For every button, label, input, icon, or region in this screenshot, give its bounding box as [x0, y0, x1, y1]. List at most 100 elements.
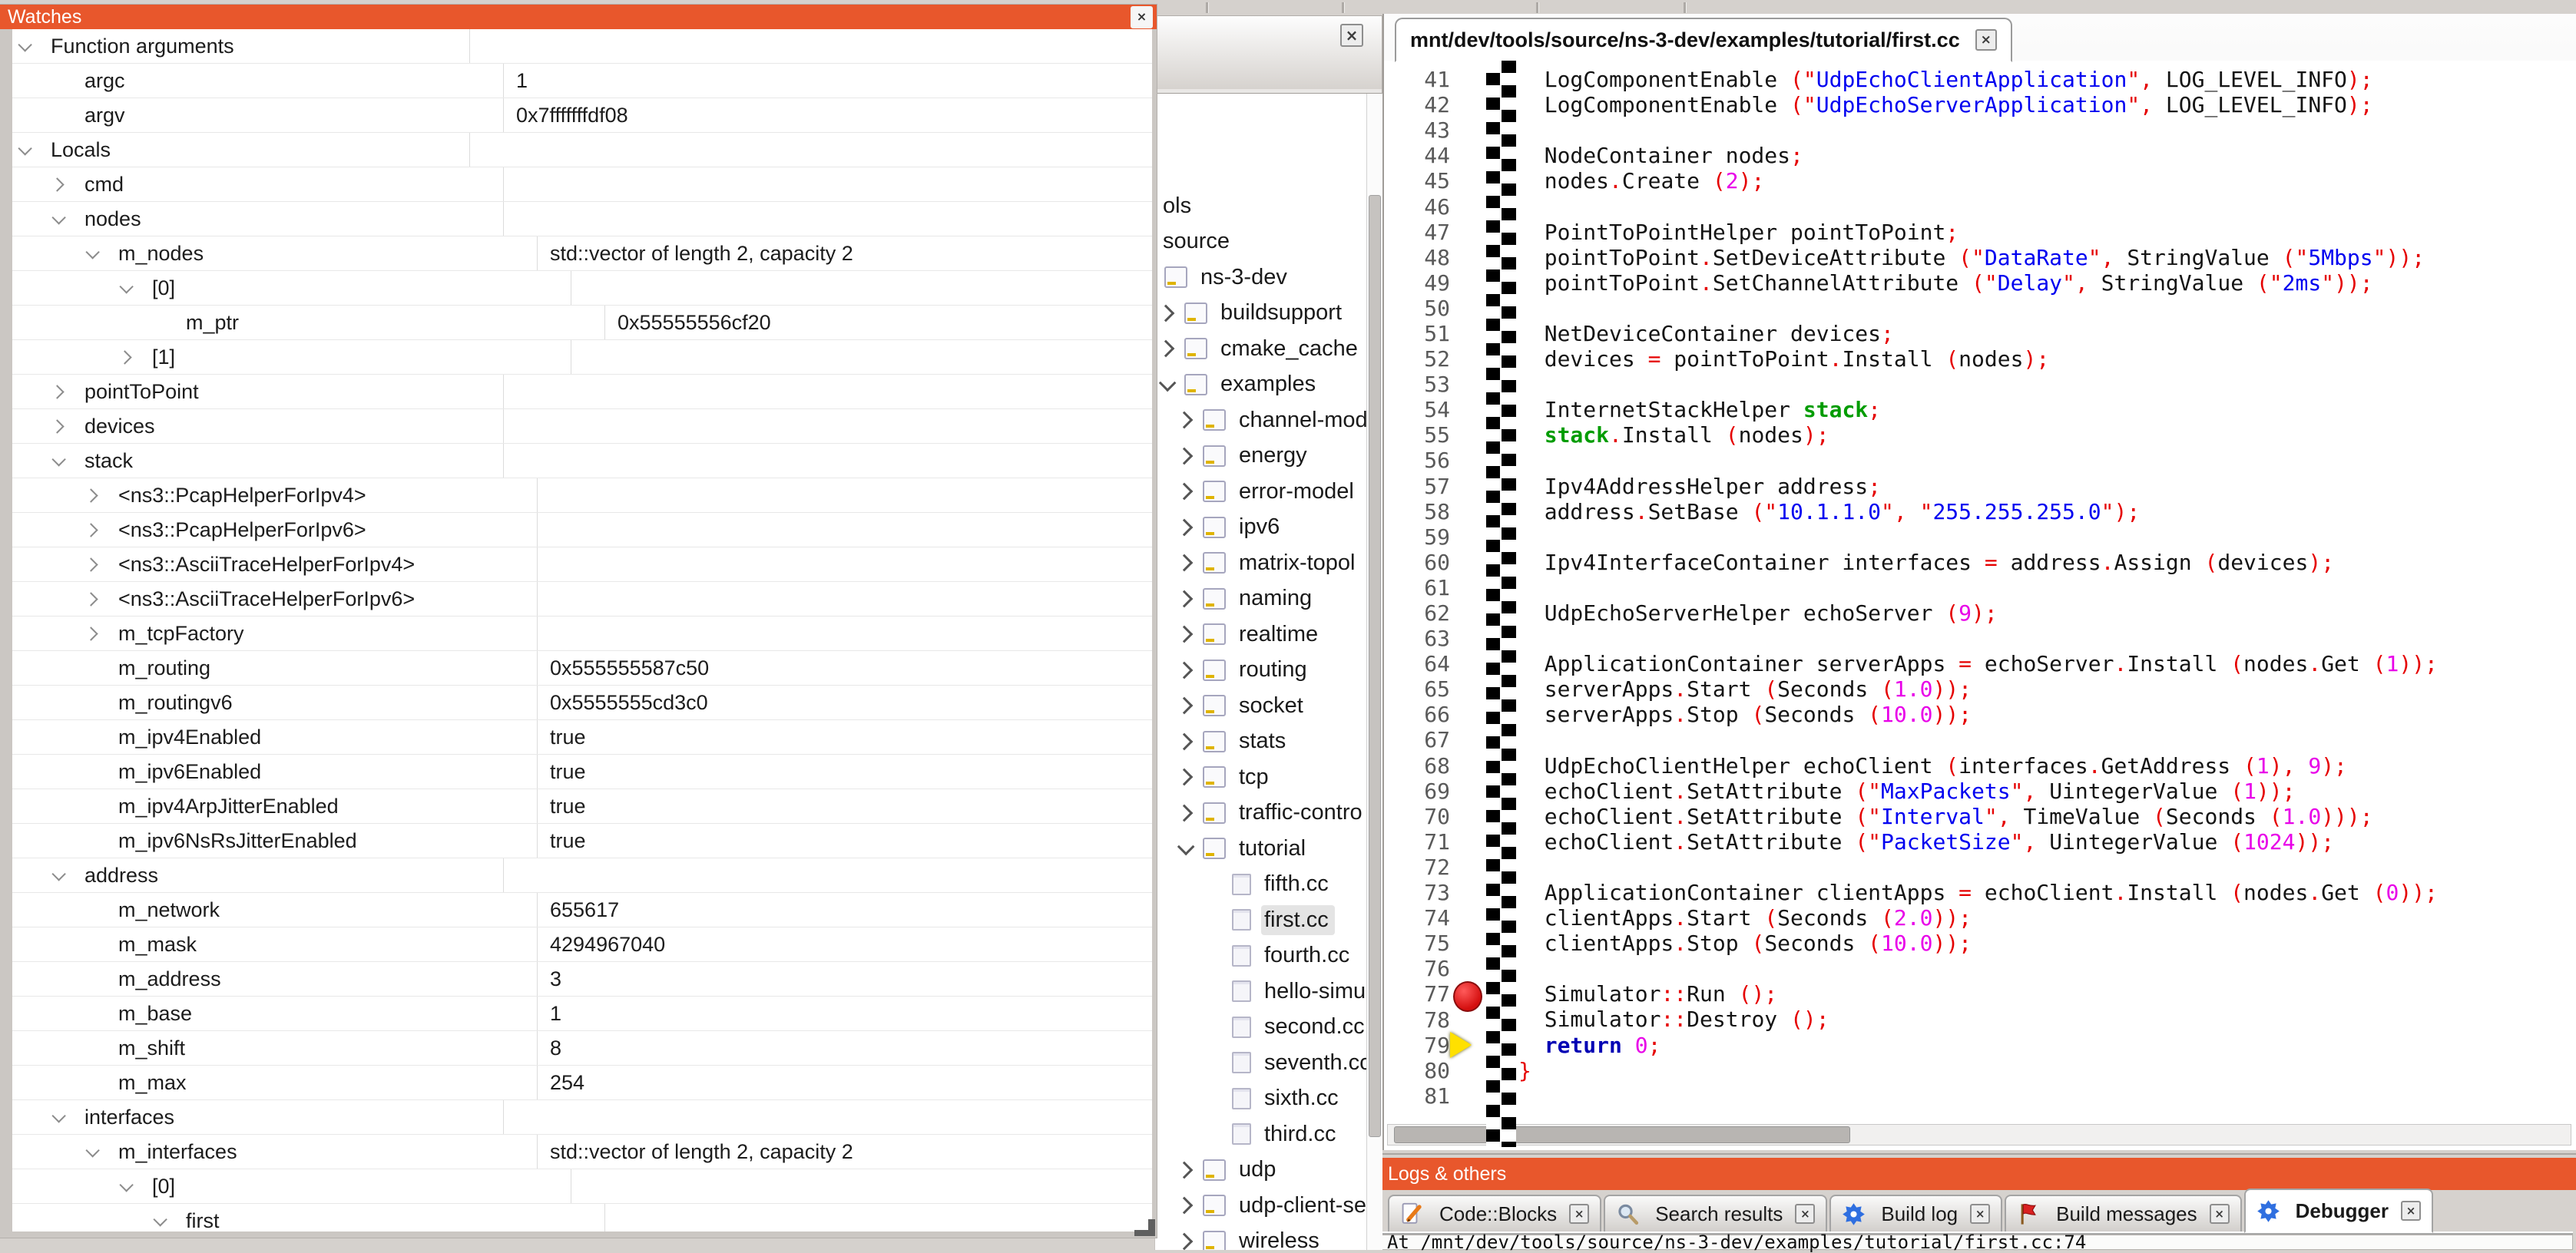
line-number[interactable]: 48	[1384, 245, 1450, 270]
tree-item-buildsupport[interactable]: buildsupport	[1155, 296, 1367, 332]
code-line[interactable]: 79 return 0;	[1384, 1033, 2576, 1058]
line-number[interactable]: 74	[1384, 905, 1450, 931]
tree-item-tutorial[interactable]: tutorial	[1155, 831, 1367, 867]
code-line[interactable]: 73 ApplicationContainer clientApps = ech…	[1384, 880, 2576, 905]
chevron-right-icon[interactable]	[1176, 518, 1194, 536]
chevron-down-icon[interactable]	[119, 279, 133, 293]
watch-row[interactable]: cmd	[12, 167, 1152, 202]
tree-item-hello-simul[interactable]: hello-simul	[1155, 974, 1367, 1010]
code-line[interactable]: 74 clientApps.Start (Seconds (2.0));	[1384, 905, 2576, 931]
watch-row[interactable]: interfaces	[12, 1100, 1152, 1135]
resize-grip-icon[interactable]	[1134, 1219, 1155, 1236]
code-line[interactable]: 57 Ipv4AddressHelper address;	[1384, 474, 2576, 499]
line-number[interactable]: 45	[1384, 168, 1450, 193]
watch-row[interactable]: m_shift8	[12, 1031, 1152, 1066]
watch-row[interactable]: first	[12, 1204, 1152, 1232]
dock-splitter-tick[interactable]	[1684, 2, 1687, 13]
watch-row[interactable]: m_interfacesstd::vector of length 2, cap…	[12, 1135, 1152, 1169]
tree-item-naming[interactable]: naming	[1155, 581, 1367, 617]
line-number[interactable]: 64	[1384, 651, 1450, 676]
scrollbar-thumb[interactable]	[1369, 195, 1381, 1137]
tree-item-channel-mod[interactable]: channel-mod	[1155, 402, 1367, 438]
chevron-right-icon[interactable]	[84, 592, 98, 606]
line-number[interactable]: 62	[1384, 600, 1450, 626]
code-line[interactable]: 52 devices = pointToPoint.Install (nodes…	[1384, 346, 2576, 372]
chevron-down-icon[interactable]	[85, 245, 99, 259]
watch-row[interactable]: [1]	[12, 340, 1152, 375]
code-line[interactable]: 63	[1384, 626, 2576, 651]
code-line[interactable]: 68 UdpEchoClientHelper echoClient (inter…	[1384, 753, 2576, 779]
line-number[interactable]: 73	[1384, 880, 1450, 905]
line-number[interactable]: 52	[1384, 346, 1450, 372]
editor-tab-first-cc[interactable]: mnt/dev/tools/source/ns-3-dev/examples/t…	[1395, 18, 2012, 62]
code-line[interactable]: 66 serverApps.Stop (Seconds (10.0));	[1384, 702, 2576, 727]
line-number[interactable]: 72	[1384, 855, 1450, 880]
chevron-down-icon[interactable]	[51, 867, 65, 881]
code-line[interactable]: 49 pointToPoint.SetChannelAttribute ("De…	[1384, 270, 2576, 296]
watch-row[interactable]: <ns3::PcapHelperForIpv6>	[12, 513, 1152, 547]
chevron-right-icon[interactable]	[1176, 447, 1194, 465]
tree-item-second-cc[interactable]: second.cc	[1155, 1010, 1367, 1046]
watch-row[interactable]: Function arguments	[12, 29, 1152, 64]
line-number[interactable]: 42	[1384, 92, 1450, 117]
tree-item-udp[interactable]: udp	[1155, 1152, 1367, 1189]
code-line[interactable]: 46	[1384, 193, 2576, 219]
watch-row[interactable]: argc1	[12, 64, 1152, 98]
close-icon[interactable]: ×	[1975, 29, 1997, 51]
line-number[interactable]: 63	[1384, 626, 1450, 651]
chevron-down-icon[interactable]	[51, 1109, 65, 1122]
code-line[interactable]: 55 stack.Install (nodes);	[1384, 422, 2576, 448]
line-number[interactable]: 56	[1384, 448, 1450, 473]
log-tab-build-messages[interactable]: Build messages×	[2005, 1195, 2242, 1233]
watch-row[interactable]: argv0x7fffffffdf08	[12, 98, 1152, 133]
watch-row[interactable]: m_address3	[12, 962, 1152, 997]
line-number[interactable]: 43	[1384, 117, 1450, 143]
dock-splitter-tick[interactable]	[1206, 2, 1209, 13]
watch-row[interactable]: m_ipv4Enabledtrue	[12, 720, 1152, 755]
log-tab-debugger[interactable]: Debugger×	[2244, 1189, 2433, 1233]
close-icon[interactable]: ×	[1340, 24, 1363, 47]
code-line[interactable]: 69 echoClient.SetAttribute ("MaxPackets"…	[1384, 779, 2576, 804]
chevron-down-icon[interactable]	[153, 1212, 167, 1226]
watch-row[interactable]: Locals	[12, 133, 1152, 167]
tree-item-seventh-cc[interactable]: seventh.cc	[1155, 1045, 1367, 1081]
watch-row[interactable]: pointToPoint	[12, 375, 1152, 409]
chevron-down-icon[interactable]	[85, 1143, 99, 1157]
line-number[interactable]: 81	[1384, 1083, 1450, 1109]
code-line[interactable]: 41 LogComponentEnable ("UdpEchoClientApp…	[1384, 67, 2576, 92]
tree-item-fifth-cc[interactable]: fifth.cc	[1155, 867, 1367, 903]
line-number[interactable]: 61	[1384, 575, 1450, 600]
code-line[interactable]: 80}	[1384, 1058, 2576, 1083]
code-line[interactable]: 70 echoClient.SetAttribute ("Interval", …	[1384, 804, 2576, 829]
tree-item-source[interactable]: source	[1155, 224, 1367, 260]
chevron-right-icon[interactable]	[1176, 1232, 1194, 1250]
dock-splitter-tick[interactable]	[1536, 2, 1539, 13]
tree-item-first-cc[interactable]: first.cc	[1155, 902, 1367, 938]
code-line[interactable]: 71 echoClient.SetAttribute ("PacketSize"…	[1384, 829, 2576, 855]
watch-row[interactable]: m_routing0x555555587c50	[12, 651, 1152, 686]
watch-row[interactable]: m_max254	[12, 1066, 1152, 1100]
chevron-right-icon[interactable]	[50, 385, 64, 398]
line-number[interactable]: 53	[1384, 372, 1450, 397]
tree-item-energy[interactable]: energy	[1155, 438, 1367, 474]
chevron-right-icon[interactable]	[50, 177, 64, 191]
code-line[interactable]: 62 UdpEchoServerHelper echoServer (9);	[1384, 600, 2576, 626]
line-number[interactable]: 71	[1384, 829, 1450, 855]
code-line[interactable]: 77 Simulator::Run ();	[1384, 981, 2576, 1007]
watch-row[interactable]: <ns3::PcapHelperForIpv4>	[12, 478, 1152, 513]
close-icon[interactable]: ×	[1795, 1204, 1815, 1224]
line-number[interactable]: 59	[1384, 524, 1450, 550]
watch-row[interactable]: m_tcpFactory	[12, 617, 1152, 651]
tree-item-ols[interactable]: ols	[1155, 188, 1367, 224]
chevron-right-icon[interactable]	[1176, 1161, 1194, 1179]
watch-row[interactable]: nodes	[12, 202, 1152, 236]
code-line[interactable]: 61	[1384, 575, 2576, 600]
code-line[interactable]: 75 clientApps.Stop (Seconds (10.0));	[1384, 931, 2576, 956]
code-line[interactable]: 56	[1384, 448, 2576, 473]
chevron-right-icon[interactable]	[1176, 732, 1194, 750]
line-number[interactable]: 41	[1384, 67, 1450, 92]
chevron-right-icon[interactable]	[1176, 554, 1194, 572]
line-number[interactable]: 68	[1384, 753, 1450, 779]
watch-row[interactable]: m_ipv4ArpJitterEnabledtrue	[12, 789, 1152, 824]
scrollbar-thumb[interactable]	[1394, 1126, 1850, 1143]
